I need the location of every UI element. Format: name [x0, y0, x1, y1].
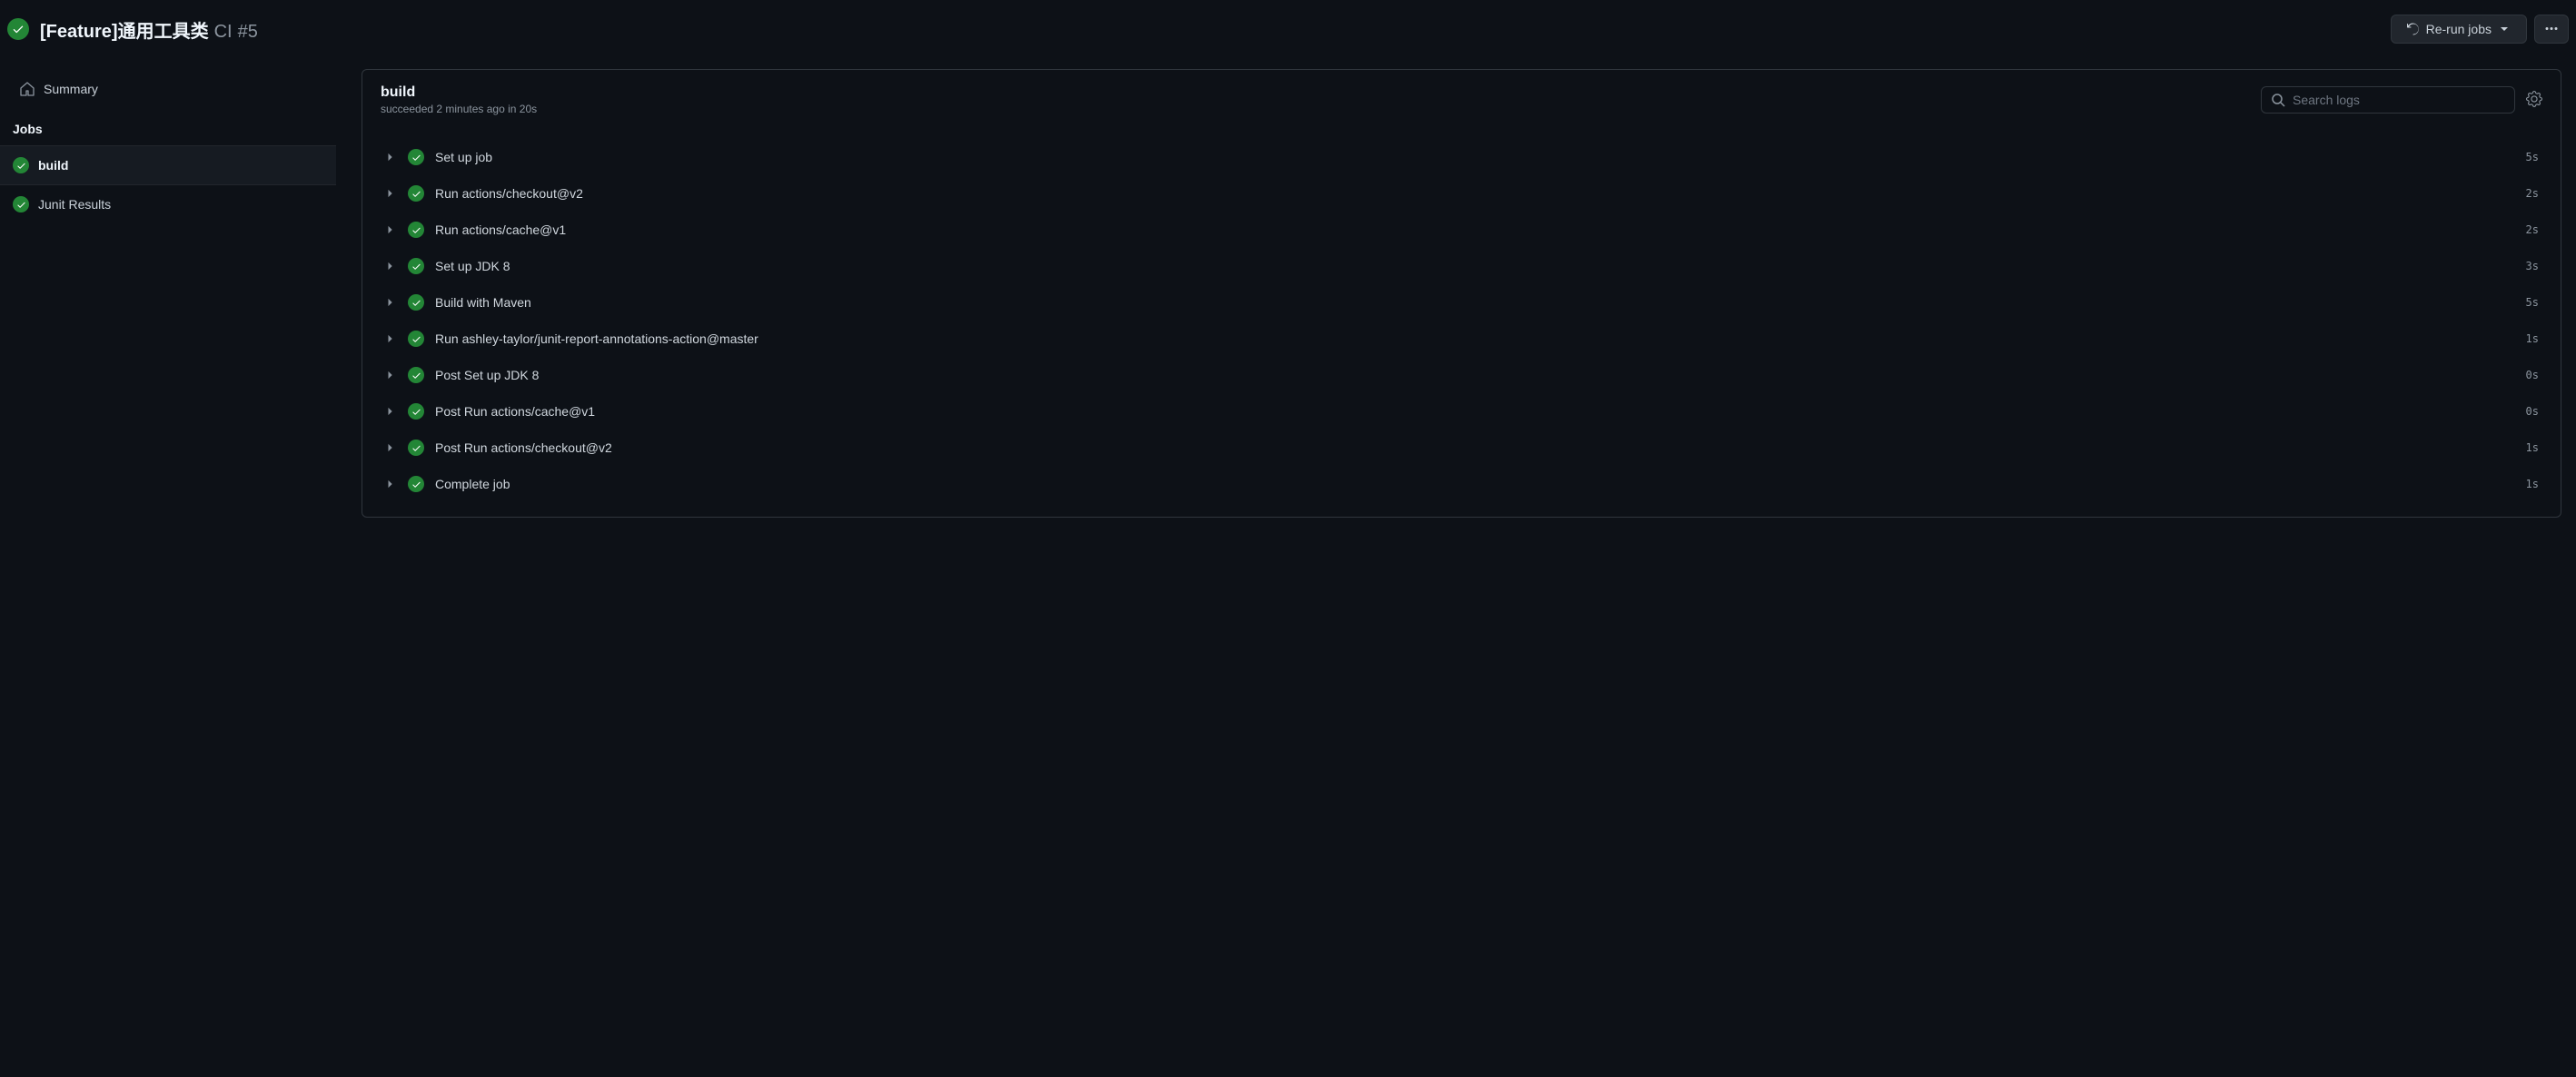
search-logs-input[interactable]	[2293, 93, 2505, 107]
step-duration: 0s	[2526, 405, 2539, 418]
check-circle-icon	[408, 331, 424, 347]
step-duration: 0s	[2526, 369, 2539, 381]
run-title: [Feature]通用工具类 CI #5	[40, 16, 2380, 43]
step-duration: 2s	[2526, 187, 2539, 200]
log-subtitle: succeeded 2 minutes ago in 20s	[381, 103, 537, 115]
step-row[interactable]: Post Set up JDK 8 0s	[362, 357, 2561, 393]
run-title-number: #5	[238, 22, 258, 43]
page-header: [Feature]通用工具类 CI #5 Re-run jobs	[0, 0, 2576, 58]
check-circle-icon	[408, 367, 424, 383]
log-settings-button[interactable]	[2526, 91, 2542, 110]
log-header: build succeeded 2 minutes ago in 20s	[362, 70, 2561, 130]
run-title-name: [Feature]通用工具类	[40, 16, 209, 43]
step-row[interactable]: Post Run actions/checkout@v2 1s	[362, 430, 2561, 466]
step-row[interactable]: Run actions/cache@v1 2s	[362, 212, 2561, 248]
step-row[interactable]: Complete job 1s	[362, 466, 2561, 502]
step-name: Run ashley-taylor/junit-report-annotatio…	[435, 331, 2515, 346]
check-circle-icon	[408, 185, 424, 202]
steps-list: Set up job5sRun actions/checkout@v22sRun…	[362, 130, 2561, 517]
check-circle-icon	[408, 294, 424, 311]
rerun-jobs-button[interactable]: Re-run jobs	[2391, 15, 2527, 44]
search-icon	[2271, 93, 2285, 107]
gear-icon	[2526, 91, 2542, 107]
step-name: Set up JDK 8	[435, 259, 2515, 273]
step-name: Run actions/checkout@v2	[435, 186, 2515, 201]
step-duration: 5s	[2526, 151, 2539, 163]
step-row[interactable]: Post Run actions/cache@v1 0s	[362, 393, 2561, 430]
job-label: Junit Results	[38, 197, 111, 212]
chevron-right-icon	[384, 405, 397, 418]
check-circle-icon	[13, 196, 29, 212]
step-name: Set up job	[435, 150, 2515, 164]
log-panel: build succeeded 2 minutes ago in 20s Set…	[362, 69, 2561, 518]
check-circle-icon	[408, 476, 424, 492]
step-name: Run actions/cache@v1	[435, 222, 2515, 237]
chevron-right-icon	[384, 332, 397, 345]
run-status-success-icon	[7, 18, 29, 40]
main-panel: build succeeded 2 minutes ago in 20s Set…	[336, 58, 2576, 532]
step-duration: 2s	[2526, 223, 2539, 236]
log-title: build	[381, 84, 537, 101]
step-duration: 1s	[2526, 478, 2539, 490]
chevron-right-icon	[384, 296, 397, 309]
step-name: Post Run actions/checkout@v2	[435, 440, 2515, 455]
job-label: build	[38, 158, 68, 173]
chevron-right-icon	[384, 151, 397, 163]
step-row[interactable]: Set up JDK 8 3s	[362, 248, 2561, 284]
sidebar: Summary Jobs build Junit Results	[0, 58, 336, 532]
search-logs-box[interactable]	[2261, 86, 2515, 114]
kebab-menu-button[interactable]	[2534, 15, 2569, 44]
header-actions: Re-run jobs	[2391, 15, 2569, 44]
chevron-right-icon	[384, 441, 397, 454]
chevron-right-icon	[384, 260, 397, 272]
check-circle-icon	[408, 222, 424, 238]
run-title-workflow: CI	[214, 22, 233, 43]
step-row[interactable]: Build with Maven 5s	[362, 284, 2561, 321]
check-circle-icon	[408, 440, 424, 456]
sidebar-jobs-heading: Jobs	[0, 105, 336, 145]
chevron-right-icon	[384, 223, 397, 236]
kebab-icon	[2544, 22, 2559, 36]
sidebar-summary-link[interactable]: Summary	[7, 73, 329, 105]
step-row[interactable]: Run ashley-taylor/junit-report-annotatio…	[362, 321, 2561, 357]
check-circle-icon	[408, 258, 424, 274]
step-duration: 3s	[2526, 260, 2539, 272]
step-duration: 1s	[2526, 332, 2539, 345]
step-name: Post Run actions/cache@v1	[435, 404, 2515, 419]
check-circle-icon	[13, 157, 29, 173]
step-name: Complete job	[435, 477, 2515, 491]
sidebar-job-item[interactable]: Junit Results	[0, 185, 336, 223]
step-row[interactable]: Run actions/checkout@v2 2s	[362, 175, 2561, 212]
home-icon	[20, 82, 35, 96]
sync-icon	[2406, 22, 2421, 36]
step-row[interactable]: Set up job 5s	[362, 139, 2561, 175]
step-name: Post Set up JDK 8	[435, 368, 2515, 382]
step-duration: 5s	[2526, 296, 2539, 309]
check-circle-icon	[408, 149, 424, 165]
step-name: Build with Maven	[435, 295, 2515, 310]
check-circle-icon	[408, 403, 424, 420]
chevron-right-icon	[384, 187, 397, 200]
step-duration: 1s	[2526, 441, 2539, 454]
rerun-jobs-label: Re-run jobs	[2426, 22, 2492, 36]
sidebar-job-item[interactable]: build	[0, 145, 336, 185]
dropdown-caret-icon	[2497, 22, 2512, 36]
sidebar-summary-label: Summary	[44, 82, 98, 96]
chevron-right-icon	[384, 478, 397, 490]
sidebar-jobs-list: build Junit Results	[0, 145, 336, 223]
chevron-right-icon	[384, 369, 397, 381]
